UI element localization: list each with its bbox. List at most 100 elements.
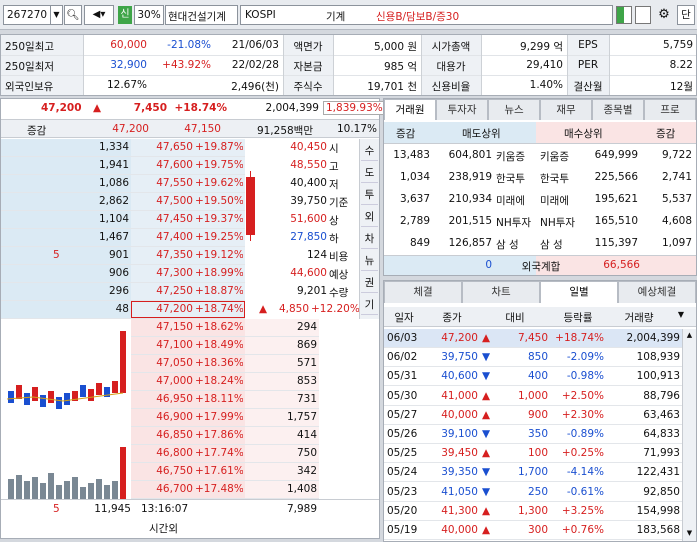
turnover-rate: 10.17% bbox=[336, 123, 377, 135]
bid-row[interactable]: 47,050 +18.36% 571 bbox=[131, 355, 319, 373]
daily-rate: -0.61% bbox=[566, 485, 604, 498]
daily-row[interactable]: 05/24 39,350 ▼ 1,700 -4.14% 122,431 bbox=[384, 463, 682, 483]
new-badge[interactable]: 신 bbox=[118, 6, 132, 24]
daily-row[interactable]: 05/27 40,000 ▲ 900 +2.30% 63,463 bbox=[384, 406, 682, 425]
ask-row[interactable]: 1,086 47,550 +19.62% bbox=[1, 175, 245, 193]
memo-icon[interactable] bbox=[635, 6, 651, 24]
ask-row[interactable]: 1,467 47,400 +19.25% bbox=[1, 229, 245, 247]
daily-row[interactable]: 06/02 39,750 ▼ 850 -2.09% 108,939 bbox=[384, 348, 682, 368]
down-arrow-icon: ▼ bbox=[482, 466, 491, 479]
ask-row[interactable]: 901 47,350 +19.12% 5 bbox=[1, 247, 245, 265]
layout-icon[interactable] bbox=[616, 6, 632, 24]
daily-row[interactable]: 05/23 41,050 ▼ 250 -0.61% 92,850 bbox=[384, 483, 682, 502]
stat-label: 예상 bbox=[329, 269, 349, 281]
seller-name[interactable]: 삼 성 bbox=[496, 237, 519, 252]
tab2-3[interactable]: 예상체결 bbox=[618, 281, 696, 303]
buyer-name[interactable]: 키움증 bbox=[540, 149, 569, 164]
low-250-date: 22/02/28 bbox=[231, 59, 279, 71]
dan-button[interactable]: 단 bbox=[677, 5, 695, 25]
bid-row[interactable]: 46,850 +17.86% 414 bbox=[131, 427, 319, 445]
tab-1[interactable]: 투자자 bbox=[436, 99, 488, 120]
daily-row[interactable]: 05/26 39,100 ▼ 350 -0.89% 64,833 bbox=[384, 425, 682, 444]
ask-row[interactable]: 296 47,250 +18.87% bbox=[1, 283, 245, 301]
scroll-down-icon[interactable]: ▼ bbox=[683, 527, 696, 540]
tab-4[interactable]: 종목별 bbox=[592, 99, 644, 120]
tab-0[interactable]: 거래원 bbox=[384, 99, 436, 120]
broker-row[interactable]: 849 126,857 삼 성 삼 성 115,397 1,097 bbox=[384, 233, 696, 255]
bid-row[interactable]: 46,800 +17.74% 750 bbox=[131, 445, 319, 463]
buy-volume: 195,621 bbox=[594, 193, 638, 205]
speaker-icon[interactable]: ◀▾ bbox=[84, 5, 114, 25]
daily-scrollbar[interactable]: ▲ ▼ bbox=[682, 329, 696, 541]
bid-row[interactable]: 46,900 +17.99% 1,757 bbox=[131, 409, 319, 427]
daily-header: 일자 종가 대비 등락률 거래량 ▼ bbox=[384, 307, 696, 327]
bid-row[interactable]: 46,750 +17.61% 342 bbox=[131, 463, 319, 481]
sell-change: 1,034 bbox=[399, 171, 430, 183]
ask-row[interactable]: 48 47,200 +18.74% bbox=[1, 301, 245, 319]
expected-up-icon: ▲ bbox=[259, 303, 268, 315]
bid-volume: 750 bbox=[296, 447, 317, 459]
bid-row[interactable]: 47,100 +18.49% 869 bbox=[131, 337, 319, 355]
buyer-name[interactable]: 미래에 bbox=[540, 193, 569, 208]
side-tab[interactable]: 투 bbox=[361, 185, 378, 205]
total-ask: 11,945 bbox=[94, 503, 131, 515]
volume-sort-icon[interactable]: ▼ bbox=[674, 310, 688, 319]
code-dropdown-icon[interactable]: ▼ bbox=[50, 5, 63, 25]
ask-price: 47,500 bbox=[156, 195, 193, 207]
broker-row[interactable]: 1,034 238,919 한국투 한국투 225,566 2,741 bbox=[384, 167, 696, 189]
ask-row[interactable]: 1,104 47,450 +19.37% bbox=[1, 211, 245, 229]
after-hours-label[interactable]: 시간외 bbox=[149, 521, 178, 536]
ask-rate: +19.50% bbox=[195, 195, 243, 207]
seller-name[interactable]: NH투자 bbox=[496, 215, 531, 230]
stat-value: 9,201 bbox=[296, 285, 327, 297]
buyer-name[interactable]: 한국투 bbox=[540, 171, 569, 186]
tab2-1[interactable]: 차트 bbox=[462, 281, 540, 303]
daily-row[interactable]: 05/19 40,000 ▲ 300 +0.76% 183,568 bbox=[384, 521, 682, 540]
order-book-footer: 5 11,945 13:16:07 7,989 시간외 bbox=[1, 499, 379, 537]
broker-row[interactable]: 3,637 210,934 미래에 미래에 195,621 5,537 bbox=[384, 189, 696, 211]
side-tab[interactable]: 권 bbox=[361, 273, 378, 293]
seller-name[interactable]: 키움증 bbox=[496, 149, 525, 164]
ask-row[interactable]: 2,862 47,500 +19.50% bbox=[1, 193, 245, 211]
tab-3[interactable]: 재무 bbox=[540, 99, 592, 120]
tab2-2[interactable]: 일별 bbox=[540, 281, 618, 303]
bid-row[interactable]: 47,150 +18.62% 294 bbox=[131, 319, 319, 337]
bid-row[interactable]: 46,950 +18.11% 731 bbox=[131, 391, 319, 409]
tab2-0[interactable]: 체결 bbox=[384, 281, 462, 303]
seller-name[interactable]: 미래에 bbox=[496, 193, 525, 208]
buyer-name[interactable]: 삼 성 bbox=[540, 237, 563, 252]
bid-row[interactable]: 46,700 +17.48% 1,408 bbox=[131, 481, 319, 499]
search-icon[interactable]: 🔍︎ bbox=[64, 5, 82, 25]
ask-volume: 296 bbox=[108, 285, 129, 297]
par-value-label: 액면가 bbox=[293, 41, 323, 53]
bid-row[interactable]: 47,000 +18.24% 853 bbox=[131, 373, 319, 391]
daily-row[interactable]: 05/25 39,450 ▲ 100 +0.25% 71,993 bbox=[384, 444, 682, 464]
daily-row[interactable]: 05/31 40,600 ▼ 400 -0.98% 100,913 bbox=[384, 367, 682, 387]
tab-2[interactable]: 뉴스 bbox=[488, 99, 540, 120]
daily-diff: 250 bbox=[527, 485, 548, 498]
side-tab[interactable]: 수 bbox=[361, 141, 378, 161]
side-tab[interactable]: 뉴 bbox=[361, 251, 378, 271]
daily-row[interactable]: 06/03 47,200 ▲ 7,450 +18.74% 2,004,399 bbox=[384, 329, 682, 348]
daily-row[interactable]: 05/20 41,300 ▲ 1,300 +3.25% 154,998 bbox=[384, 502, 682, 521]
broker-row[interactable]: 2,789 201,515 NH투자 NH투자 165,510 4,608 bbox=[384, 211, 696, 233]
ask-row[interactable]: 1,941 47,600 +19.75% bbox=[1, 157, 245, 175]
buyer-name[interactable]: NH투자 bbox=[540, 215, 575, 230]
tab-5[interactable]: 프로 bbox=[644, 99, 696, 120]
daily-candle-mini bbox=[245, 139, 257, 319]
gear-icon[interactable]: ⚙ bbox=[655, 6, 673, 24]
seller-name[interactable]: 한국투 bbox=[496, 171, 525, 186]
view-30-button[interactable]: 30% bbox=[134, 5, 164, 25]
ask-row[interactable]: 906 47,300 +18.99% bbox=[1, 265, 245, 283]
ask-row[interactable]: 1,334 47,650 +19.87% bbox=[1, 139, 245, 157]
broker-row[interactable]: 13,483 604,801 키움증 키움증 649,999 9,722 bbox=[384, 145, 696, 167]
stock-name-field[interactable]: 현대건설기계 bbox=[165, 5, 238, 25]
daily-row[interactable]: 05/30 41,000 ▲ 1,000 +2.50% 88,796 bbox=[384, 387, 682, 406]
side-tab[interactable]: 도 bbox=[361, 163, 378, 183]
buy-volume: 115,397 bbox=[594, 237, 638, 249]
side-tab[interactable]: 차 bbox=[361, 229, 378, 249]
side-tab[interactable]: 외 bbox=[361, 207, 378, 227]
bid-volume: 294 bbox=[296, 321, 317, 333]
side-tab[interactable]: 기 bbox=[361, 295, 378, 315]
scroll-up-icon[interactable]: ▲ bbox=[683, 329, 696, 342]
